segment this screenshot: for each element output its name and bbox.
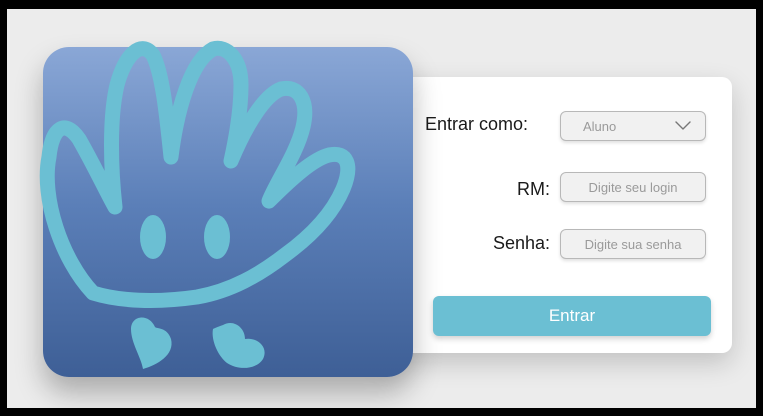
- role-label: Entrar como:: [425, 114, 529, 134]
- role-select[interactable]: Aluno: [560, 111, 706, 141]
- password-input[interactable]: [560, 229, 706, 259]
- password-label: Senha:: [492, 233, 550, 253]
- rm-label: RM:: [517, 179, 550, 199]
- login-screen: Entrar como: Aluno RM: Senha: Entrar: [7, 9, 756, 408]
- submit-button[interactable]: Entrar: [433, 296, 711, 336]
- role-select-value: Aluno: [583, 118, 617, 134]
- rm-input[interactable]: [560, 172, 706, 202]
- chevron-down-icon: [675, 121, 691, 130]
- logo-tile: [43, 47, 413, 377]
